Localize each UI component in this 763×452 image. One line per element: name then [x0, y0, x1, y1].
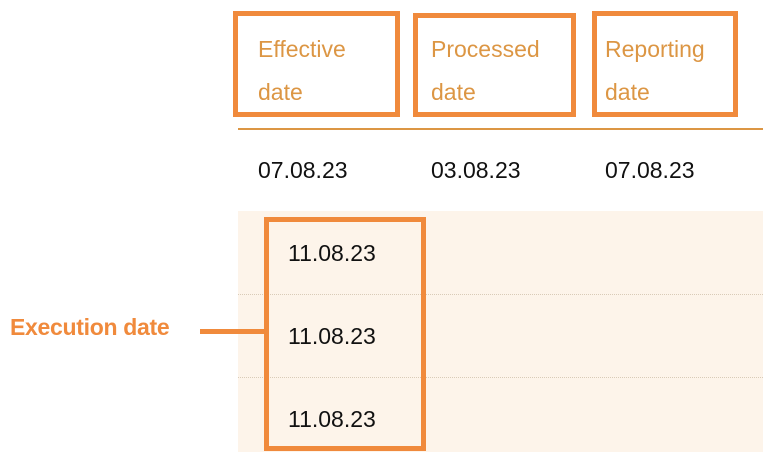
callout-connector-line: [200, 329, 266, 334]
header-rule: [238, 128, 763, 130]
processed-date-cell: 03.08.23: [431, 157, 521, 183]
effective-date-cell: 07.08.23: [258, 157, 348, 183]
execution-date-callout-label: Execution date: [10, 314, 170, 340]
processed-date-highlight-box: [413, 13, 576, 117]
reporting-date-cell: 07.08.23: [605, 157, 695, 183]
reporting-date-highlight-box: [592, 11, 738, 117]
execution-date-highlight-box: [264, 217, 426, 451]
effective-date-highlight-box: [233, 11, 400, 117]
